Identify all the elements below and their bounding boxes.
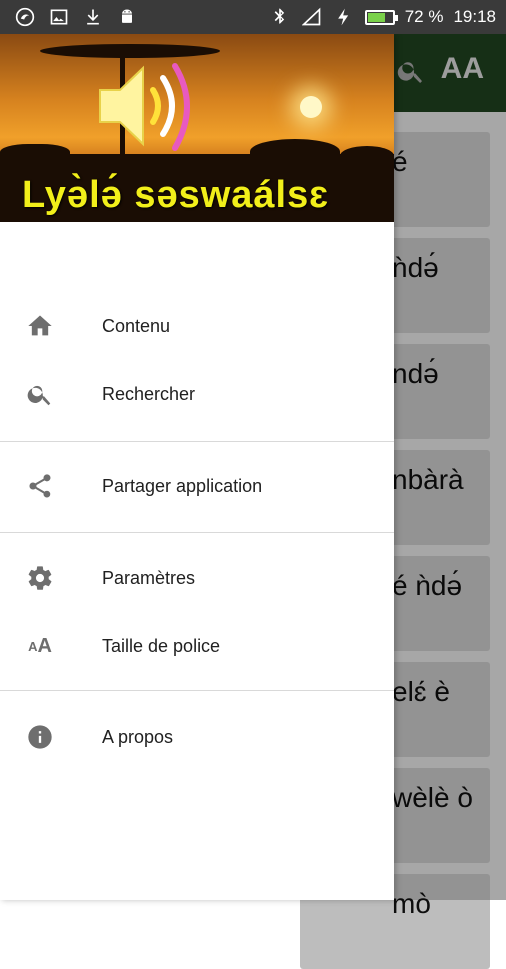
status-bar: 72 % 19:18 [0, 0, 506, 34]
divider [0, 532, 394, 533]
menu-item-label: Contenu [102, 315, 171, 336]
charging-icon [333, 6, 355, 28]
battery-percent: 72 % [404, 7, 444, 26]
menu-item-label: Taille de police [102, 635, 221, 656]
divider [0, 441, 394, 442]
signal-icon [301, 6, 323, 28]
divider [0, 690, 394, 691]
clock: 19:18 [453, 7, 496, 26]
android-icon [116, 6, 138, 28]
share-icon [26, 472, 54, 500]
drawer-header: Lyə̀lə́ səswaálsɛ [0, 34, 394, 222]
battery-icon [364, 9, 398, 25]
font-size-icon: AA [28, 634, 52, 657]
bush [250, 139, 340, 164]
menu-item-a-propos[interactable]: A propos [0, 709, 394, 765]
menu-item-taille-police[interactable]: AA Taille de police [0, 618, 394, 674]
image-icon [48, 6, 70, 28]
menu-item-contenu[interactable]: Contenu [0, 298, 394, 354]
sun [300, 96, 322, 118]
home-icon [26, 312, 54, 340]
menu-item-label: Rechercher [102, 383, 196, 404]
app-logo-icon [14, 6, 36, 28]
menu-item-rechercher[interactable]: Rechercher [0, 366, 394, 422]
bluetooth-icon [269, 6, 291, 28]
bush [0, 144, 70, 164]
menu-item-partager[interactable]: Partager application [0, 458, 394, 514]
app-title: Lyə̀lə́ səswaálsɛ [22, 174, 330, 216]
menu-item-label: Paramètres [102, 567, 196, 588]
download-icon [82, 6, 104, 28]
speaker-icon [99, 63, 190, 151]
menu-item-label: A propos [102, 726, 174, 747]
menu-item-parametres[interactable]: Paramètres [0, 550, 394, 606]
navigation-drawer: Lyə̀lə́ səswaálsɛ Contenu Rechercher Par… [0, 34, 394, 900]
settings-icon [26, 564, 54, 592]
search-icon [26, 380, 54, 408]
menu-item-label: Partager application [102, 475, 263, 496]
bush [340, 146, 394, 166]
info-icon [26, 723, 54, 751]
